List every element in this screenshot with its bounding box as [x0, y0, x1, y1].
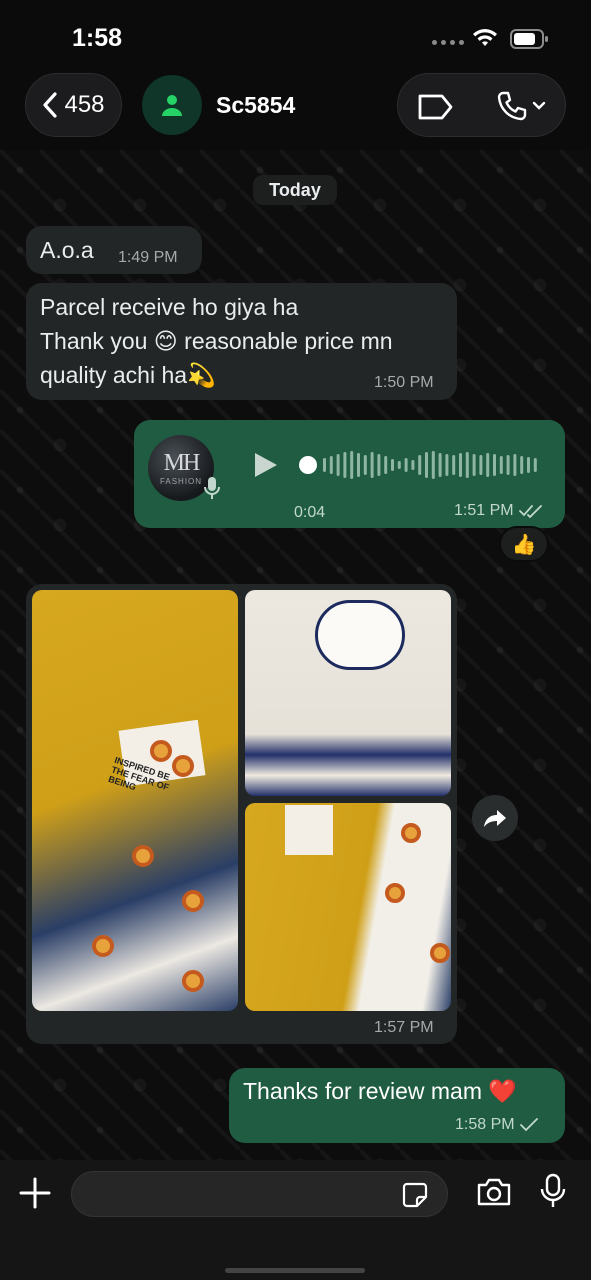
avatar-logo-subtext: FASHION [159, 477, 203, 486]
camera-icon[interactable] [476, 1177, 512, 1207]
chevron-down-icon [532, 101, 546, 110]
message-line: Thank you 😊 reasonable price mn [40, 328, 393, 354]
message-meta: 1:58 PM [455, 1116, 538, 1134]
signal-dots-icon [432, 40, 464, 45]
mic-icon[interactable] [540, 1173, 566, 1209]
label-icon[interactable] [416, 93, 454, 121]
message-outgoing[interactable]: Thanks for review mam ❤️ 1:58 PM [229, 1068, 565, 1143]
flower-print [430, 943, 450, 963]
shirt-print [285, 805, 333, 855]
album-photo-2[interactable] [245, 590, 451, 796]
play-icon[interactable] [250, 450, 280, 480]
status-time: 1:58 [72, 24, 123, 52]
cartoon-print [315, 600, 405, 670]
sticker-icon[interactable] [402, 1182, 428, 1208]
message-time: 1:50 PM [374, 374, 434, 391]
flower-print [150, 740, 172, 762]
contact-avatar[interactable] [142, 75, 202, 135]
double-check-icon [518, 505, 542, 518]
message-meta: 1:51 PM [454, 502, 543, 520]
forward-icon [484, 810, 506, 827]
mic-icon [204, 477, 220, 499]
message-line: Parcel receive ho giya ha [40, 294, 299, 320]
flower-print [132, 845, 154, 867]
message-time: 1:57 PM [374, 1019, 434, 1036]
avatar-logo-text: MH [163, 450, 201, 476]
message-text: Thanks for review mam ❤️ [243, 1078, 518, 1104]
forward-button[interactable] [472, 795, 518, 841]
header-actions [397, 73, 566, 137]
chat-header: 458 Sc5854 [0, 70, 591, 150]
wifi-icon [473, 29, 497, 46]
flower-print [92, 935, 114, 957]
message-time: 1:58 PM [455, 1116, 515, 1133]
date-separator: Today [253, 175, 337, 205]
voice-message[interactable]: MH FASHION 0:04 1:51 PM [134, 420, 565, 528]
check-icon [519, 1118, 538, 1132]
message-incoming[interactable]: Parcel receive ho giya ha Thank you 😊 re… [26, 283, 457, 400]
back-button[interactable]: 458 [25, 73, 122, 137]
person-icon [162, 95, 182, 116]
message-input[interactable] [88, 1180, 388, 1208]
voice-waveform[interactable] [299, 447, 539, 483]
album-photo-3[interactable] [245, 803, 451, 1011]
photo-album-message[interactable]: INSPIRED BE THE FEAR OF BEING 1:57 PM [26, 584, 457, 1044]
status-bar: 1:58 [0, 0, 591, 70]
home-indicator [225, 1268, 365, 1273]
reaction-badge[interactable]: 👍 [499, 526, 549, 562]
message-input-box[interactable] [71, 1171, 448, 1217]
message-time: 1:51 PM [454, 502, 514, 519]
flower-print [182, 890, 204, 912]
album-photo-1[interactable]: INSPIRED BE THE FEAR OF BEING [32, 590, 238, 1011]
contact-name[interactable]: Sc5854 [216, 92, 295, 119]
unread-count: 458 [64, 91, 105, 118]
message-composer [0, 1160, 591, 1280]
chevron-left-icon [43, 92, 58, 118]
battery-icon [510, 29, 548, 49]
plus-icon[interactable] [18, 1176, 52, 1210]
flower-print [182, 970, 204, 992]
flower-print [401, 823, 421, 843]
phone-icon [497, 91, 527, 121]
message-time: 1:49 PM [118, 249, 178, 266]
message-incoming[interactable]: A.o.a 1:49 PM [26, 226, 202, 274]
voice-duration: 0:04 [294, 504, 326, 521]
message-text: A.o.a [40, 237, 94, 263]
flower-print [385, 883, 405, 903]
voice-call-button[interactable] [496, 90, 546, 122]
